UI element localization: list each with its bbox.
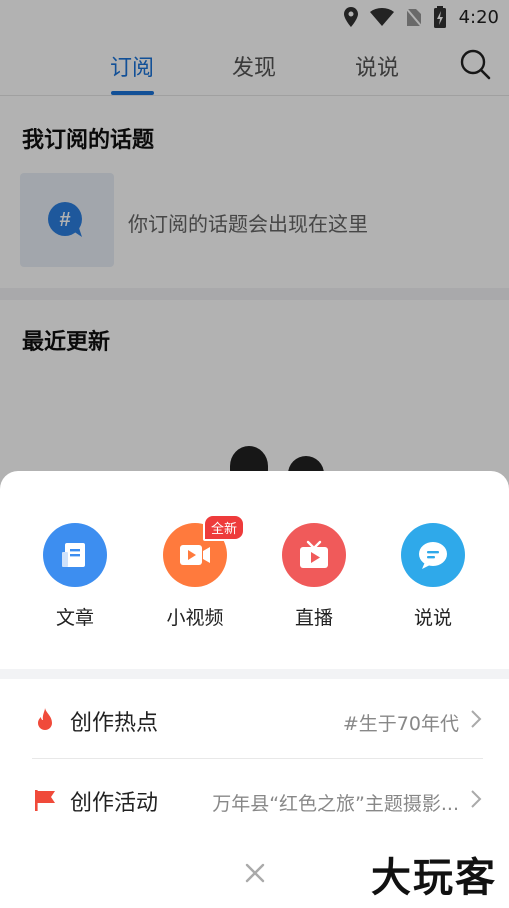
fire-icon [38,708,52,730]
create-short-video-button[interactable]: 全新 小视频 [150,514,246,630]
moment-icon-circle [401,523,465,587]
video-camera-icon [180,545,210,565]
moment-label: 说说 [413,607,452,629]
chevron-right-icon [471,790,482,808]
new-badge: 全新 [203,514,246,541]
article-label: 文章 [55,607,94,629]
short-video-label: 小视频 [166,607,224,629]
watermark-logo: 大玩客 [371,855,497,901]
flag-icon [35,790,55,811]
creation-hotspot-value: #生于70年代 [342,713,459,735]
sheet-separator [0,669,509,679]
creation-hotspot-label: 创作热点 [70,711,159,736]
short-video-icon-circle: 全新 [163,514,246,587]
tv-icon [300,540,328,568]
close-icon[interactable] [243,861,267,885]
creation-hotspot-row[interactable]: 创作热点 #生于70年代 [0,679,509,759]
create-article-button[interactable]: 文章 [30,523,120,630]
create-bottom-sheet: 文章 全新 小视频 直播 说说 创作热点 #生于70年代 创作活动 万年县“红色… [0,471,509,908]
creation-activity-label: 创作活动 [70,791,159,816]
create-live-button[interactable]: 直播 [269,523,359,630]
chat-bubble-icon [419,542,447,569]
article-icon-circle [43,523,107,587]
creation-activity-value: 万年县“红色之旅”主题摄影... [212,793,459,815]
live-label: 直播 [294,607,333,629]
creation-activity-row[interactable]: 创作活动 万年县“红色之旅”主题摄影... [0,759,509,839]
live-icon-circle [282,523,346,587]
article-icon [62,543,85,567]
create-moment-button[interactable]: 说说 [388,523,478,630]
chevron-right-icon [471,710,482,728]
